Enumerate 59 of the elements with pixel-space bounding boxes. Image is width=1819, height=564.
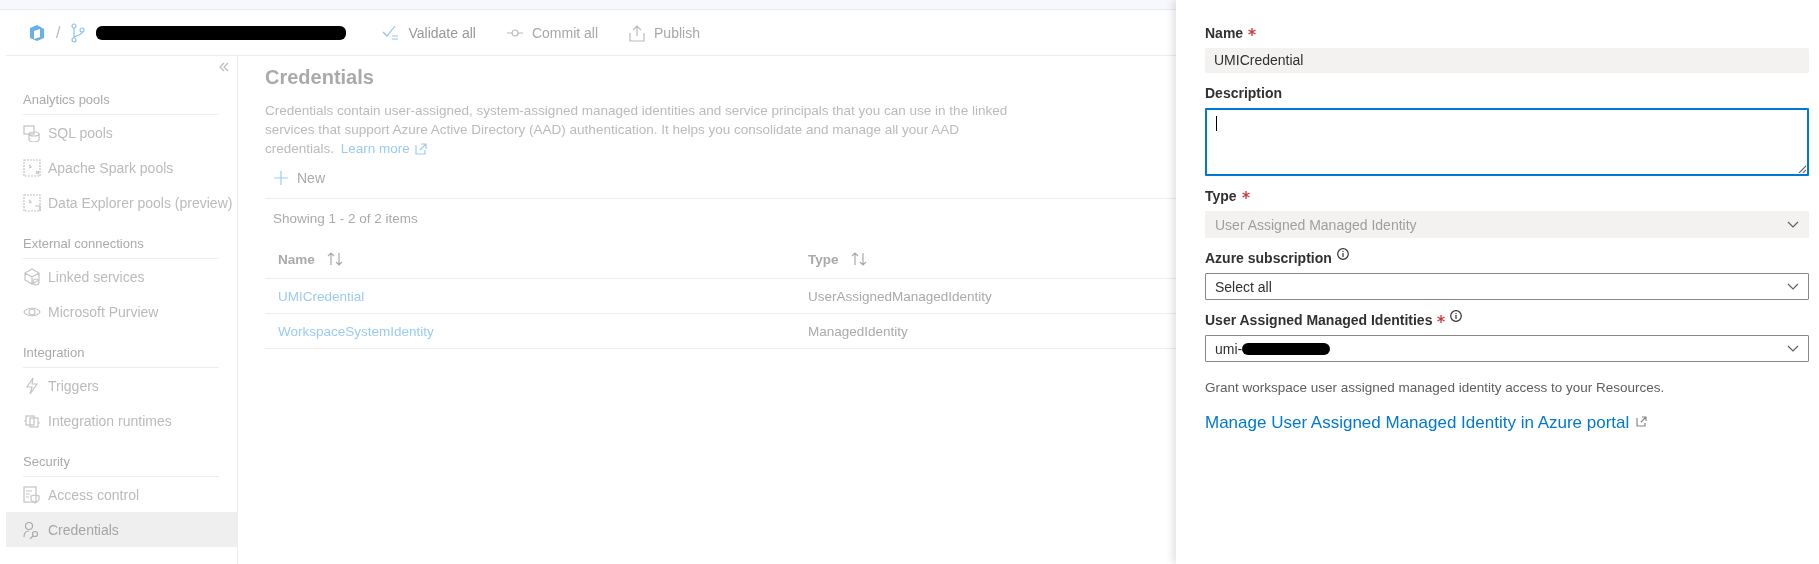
table-cell: ManagedIdentity [808, 323, 908, 339]
sort-icon [326, 252, 343, 266]
sidebar-item[interactable]: Integration runtimes [6, 403, 237, 438]
section-heading: Analytics pools [23, 86, 219, 115]
database-icon [23, 123, 41, 142]
learn-more-link[interactable]: Learn more [340, 139, 427, 158]
sidebar-item[interactable]: Linked services [6, 259, 237, 294]
chevron-down-icon [1787, 282, 1799, 291]
external-link-icon [1636, 416, 1648, 427]
field-label: Description [1205, 85, 1282, 101]
item-count: Showing 1 - 2 of 2 items [273, 211, 419, 226]
column-header[interactable]: Type [795, 251, 867, 267]
shield-icon [23, 485, 41, 504]
table-cell: UserAssignedManagedIdentity [808, 288, 992, 304]
description-text: Credentials contain user-assigned, system-assigned managed identities and service principals that you can use in the linked services that support Azure Active Directory (AAD) authentication. It helps you consolidate and manage all your AAD credentials. Learn more [265, 102, 1009, 158]
person-key-icon [23, 520, 41, 539]
sidebar-item[interactable]: SQL pools [6, 115, 237, 150]
credential-link[interactable]: UMICredential [278, 288, 365, 304]
field-label: Name [1205, 25, 1244, 41]
toolbar-button[interactable]: Validate all [376, 19, 482, 46]
text-cursor [1216, 116, 1217, 131]
new-button[interactable]: New [265, 166, 333, 190]
lightning-icon [23, 376, 41, 395]
description-field[interactable] [1205, 108, 1809, 176]
field-label: Azure subscription [1205, 250, 1332, 266]
logo-icon [28, 23, 46, 42]
column-header[interactable]: Name [265, 251, 343, 267]
credential-link[interactable]: WorkspaceSystemIdentity [278, 323, 434, 339]
sidebar-item[interactable]: Data Explorer pools (preview) [6, 185, 237, 220]
section-heading: Security [23, 448, 219, 477]
pool-icon [23, 158, 41, 177]
page-title: Credentials [265, 66, 375, 89]
chevron-down-icon [1787, 220, 1799, 229]
field-label: Type [1205, 188, 1237, 204]
branch-icon [70, 22, 87, 43]
sidebar-item[interactable]: Microsoft Purview [6, 294, 237, 329]
section-heading: External connections [23, 230, 219, 259]
sidebar-item[interactable]: Credentials [6, 512, 237, 547]
collapse-icon [219, 62, 229, 72]
checklist-icon [382, 23, 401, 42]
sidebar-item[interactable]: Triggers [6, 368, 237, 403]
azure-portal-link[interactable]: Manage User Assigned Managed Identity in Azure portal [1205, 413, 1648, 433]
sidebar-item[interactable]: Apache Spark pools [6, 150, 237, 185]
text-field[interactable]: UMICredential [1205, 48, 1809, 73]
chevron-down-icon [1787, 344, 1799, 353]
dropdown[interactable]: Select all [1205, 273, 1809, 300]
section-heading: Integration [23, 339, 219, 368]
upload-icon [628, 23, 647, 42]
pool-icon [23, 193, 41, 212]
help-text: Grant workspace user assigned managed identity access to your Resources. [1205, 380, 1666, 395]
cube-icon [23, 267, 41, 286]
sort-icon [850, 252, 867, 266]
sidebar-item[interactable]: Access control [6, 477, 237, 512]
dropdown[interactable]: umi- [1205, 335, 1809, 362]
field-label: User Assigned Managed Identities [1205, 312, 1433, 328]
plus-icon [273, 170, 289, 186]
breadcrumb-separator: / [56, 23, 61, 42]
resize-grip-icon [1798, 165, 1806, 173]
external-link-icon [414, 142, 427, 155]
